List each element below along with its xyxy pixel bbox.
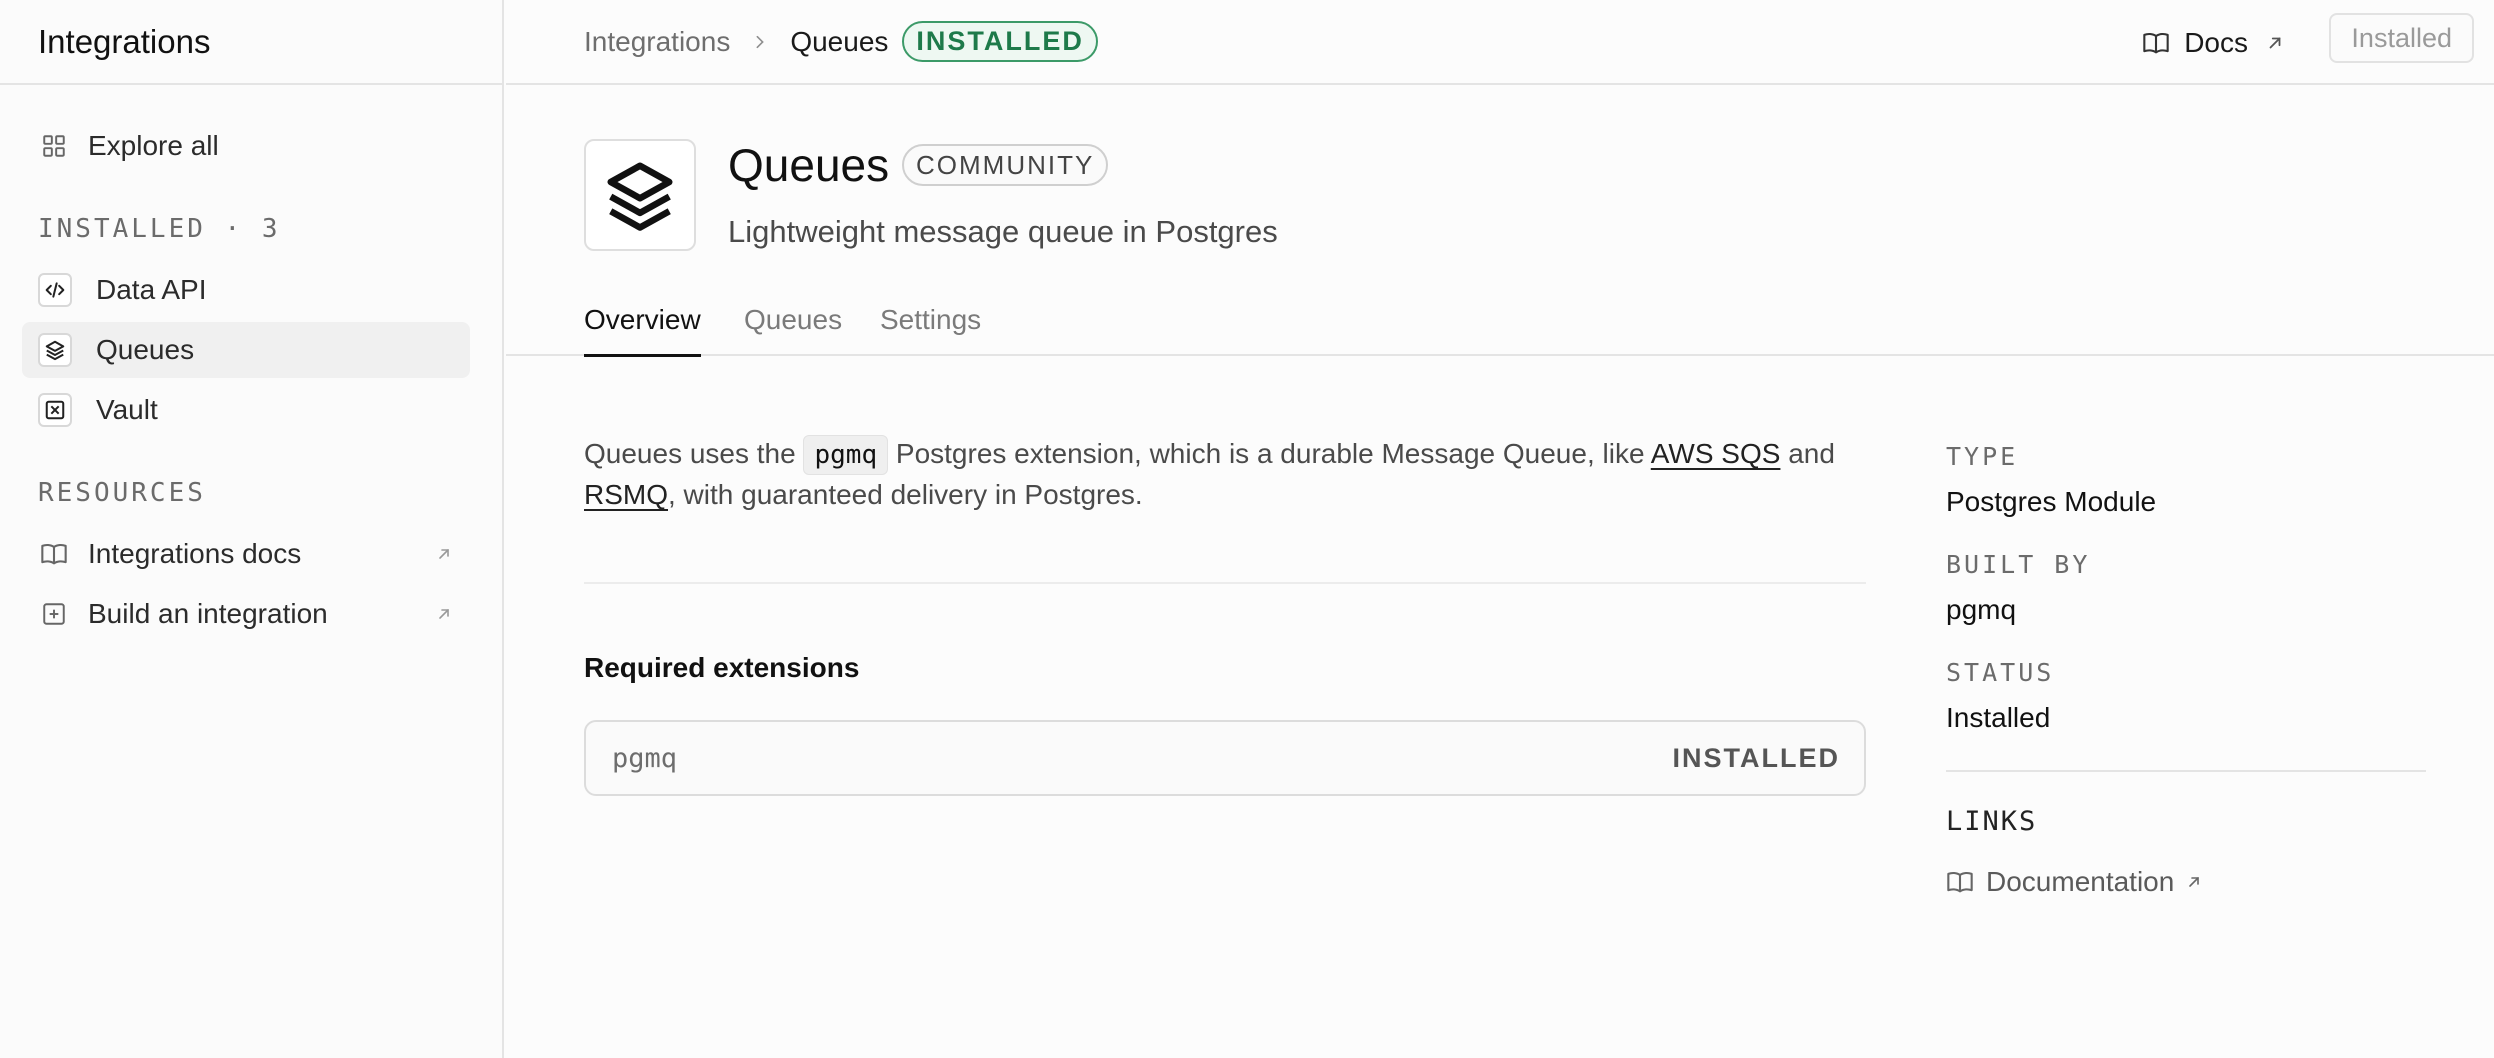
integration-logo	[584, 139, 696, 251]
status-value: Installed	[1946, 702, 2051, 733]
topbar: Integrations Queues INSTALLED Docs Insta…	[506, 0, 2494, 85]
sidebar-item-label: Explore all	[88, 130, 219, 161]
divider	[1946, 770, 2426, 772]
docs-label: Docs	[2184, 26, 2248, 58]
built-by-label: BUILT BY	[1946, 550, 2091, 579]
intro-text: , with guaranteed delivery in Postgres.	[668, 479, 1143, 510]
sidebar-header: Integrations	[0, 0, 502, 85]
resources-section-label: RESOURCES	[38, 478, 206, 508]
intro-text: Queues uses the	[584, 438, 804, 469]
rsmq-link[interactable]: RSMQ	[584, 479, 668, 510]
sidebar-item-label: Queues	[96, 334, 195, 365]
status-label: STATUS	[1946, 658, 2055, 687]
sidebar-item-build-integration[interactable]: Build an integration	[22, 586, 470, 642]
docs-link[interactable]: Docs	[2142, 0, 2284, 85]
book-icon	[2142, 29, 2170, 57]
installed-button[interactable]: Installed	[2329, 13, 2474, 63]
overview-description: Queues uses the pgmq Postgres extension,…	[584, 434, 1874, 515]
sidebar-item-explore-all[interactable]: Explore all	[22, 118, 470, 174]
sidebar-item-label: Build an integration	[88, 598, 328, 629]
type-label: TYPE	[1946, 442, 2019, 471]
breadcrumb: Integrations Queues INSTALLED	[584, 21, 1098, 62]
external-link-icon	[436, 606, 452, 622]
layers-icon	[38, 333, 72, 367]
page-description: Lightweight message queue in Postgres	[728, 214, 1278, 249]
sidebar-title: Integrations	[38, 22, 211, 60]
intro-text: and	[1780, 438, 1835, 469]
layers-icon	[601, 156, 679, 234]
external-link-icon	[2186, 874, 2202, 890]
sidebar-item-data-api[interactable]: Data API	[22, 262, 470, 318]
documentation-link[interactable]: Documentation	[1946, 866, 2202, 898]
sidebar-item-queues[interactable]: Queues	[22, 322, 470, 378]
status-badge: INSTALLED	[902, 21, 1098, 62]
sidebar-item-integrations-docs[interactable]: Integrations docs	[22, 526, 470, 582]
book-icon	[1946, 868, 1974, 896]
aws-sqs-link[interactable]: AWS SQS	[1651, 438, 1781, 469]
extension-status: INSTALLED	[1672, 742, 1840, 773]
plus-square-icon	[38, 598, 70, 630]
type-value: Postgres Module	[1946, 486, 2157, 517]
breadcrumb-root[interactable]: Integrations	[584, 26, 730, 58]
page-title: Queues	[728, 139, 890, 191]
tab-bar: Overview Queues Settings	[506, 296, 2494, 357]
required-extensions-title: Required extensions	[584, 652, 860, 683]
extension-code-chip: pgmq	[803, 435, 889, 475]
tab-settings[interactable]: Settings	[880, 296, 981, 356]
grid-icon	[38, 130, 70, 162]
community-badge: COMMUNITY	[902, 144, 1109, 186]
sidebar-item-vault[interactable]: Vault	[22, 382, 470, 438]
divider	[584, 582, 1866, 584]
documentation-label: Documentation	[1986, 866, 2175, 897]
intro-text: Postgres extension, which is a durable M…	[888, 438, 1651, 469]
built-by-value: pgmq	[1946, 594, 2017, 625]
sidebar: Integrations Explore all INSTALLED · 3 D…	[0, 0, 504, 1058]
book-icon	[38, 538, 70, 570]
external-link-icon	[436, 546, 452, 562]
sidebar-item-label: Data API	[96, 274, 207, 305]
breadcrumb-current: Queues	[790, 25, 889, 57]
sidebar-item-label: Integrations docs	[88, 538, 302, 569]
external-link-icon	[2266, 34, 2284, 52]
extension-row: pgmq INSTALLED	[584, 720, 1866, 796]
vault-icon	[38, 393, 72, 427]
links-label: LINKS	[1946, 806, 2038, 837]
code-icon	[38, 273, 72, 307]
tab-overview[interactable]: Overview	[584, 296, 701, 357]
tab-queues[interactable]: Queues	[744, 296, 842, 356]
installed-section-label: INSTALLED · 3	[38, 214, 281, 244]
extension-name: pgmq	[612, 742, 678, 774]
sidebar-item-label: Vault	[96, 394, 158, 425]
chevron-right-icon	[752, 34, 768, 50]
